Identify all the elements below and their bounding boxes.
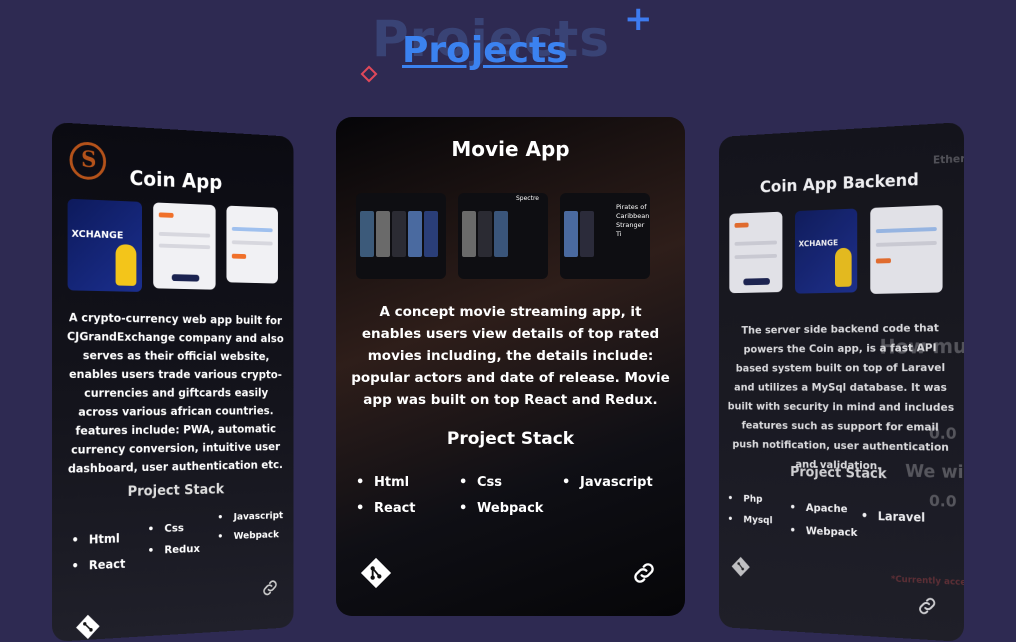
thumbnail — [870, 204, 943, 294]
overlay-text: Ethere — [932, 151, 964, 167]
stack-item: Javascript — [562, 475, 653, 490]
project-card-coin-app-backend[interactable]: How much bi We will p 0.0 0.0 Ethere *Cu… — [718, 122, 964, 642]
project-description: The server side backend code that powers… — [727, 321, 955, 473]
stack-item: Html — [89, 532, 120, 547]
stack-item: React — [89, 557, 126, 572]
stack-item: Css — [164, 522, 184, 535]
project-description: A crypto-currency web app built for CJGr… — [66, 310, 284, 476]
stack-item: Css — [459, 475, 502, 490]
stack-item: Mysql — [743, 515, 772, 526]
card-title: Coin App Backend — [759, 170, 919, 198]
stack-item: Apache — [806, 501, 848, 515]
overlay-text: *Currently accep — [890, 574, 964, 589]
stack-item: Webpack — [806, 524, 858, 538]
thumbnail — [153, 202, 216, 290]
project-card-movie-app[interactable]: Movie App Spectre Pirates of Caribbean S… — [336, 117, 685, 616]
diamond-decoration-icon — [360, 65, 378, 83]
thumbnail — [729, 211, 783, 294]
stack-item: Webpack — [459, 501, 544, 516]
thumbnail: Pirates of Caribbean Stranger Ti — [560, 193, 650, 279]
stack-item: Html — [356, 475, 409, 490]
stack-title: Project Stack — [127, 481, 225, 500]
git-icon[interactable] — [731, 556, 750, 578]
plus-decoration-icon: + — [624, 0, 653, 39]
link-icon[interactable] — [260, 577, 279, 599]
stack-item: Javascript — [234, 511, 283, 523]
git-icon[interactable] — [360, 557, 392, 589]
overlay-text: 0.0 — [929, 491, 957, 511]
thumbnail — [226, 205, 278, 284]
stack-title: Project Stack — [446, 429, 575, 449]
project-card-coin-app[interactable]: Coin App XCHANGE A crypto-currency web a… — [52, 122, 294, 642]
thumbnail — [356, 193, 446, 279]
thumbnail: XCHANGE — [67, 198, 142, 292]
stack-item: Webpack — [234, 530, 279, 542]
stack-item: Laravel — [878, 509, 925, 524]
card-title: Movie App — [451, 137, 570, 161]
card-title: Coin App — [129, 166, 223, 194]
section-title: Projects — [402, 30, 568, 71]
project-description: A concept movie streaming app, it enable… — [351, 304, 670, 408]
thumbnail: Spectre — [458, 193, 548, 279]
stack-item: React — [356, 501, 415, 516]
link-icon[interactable] — [916, 594, 939, 619]
stack-item: Redux — [164, 542, 200, 556]
stack-item: Php — [743, 494, 762, 505]
git-icon[interactable] — [75, 613, 100, 640]
link-icon[interactable] — [630, 559, 658, 587]
thumbnail: XCHANGE — [794, 208, 858, 294]
